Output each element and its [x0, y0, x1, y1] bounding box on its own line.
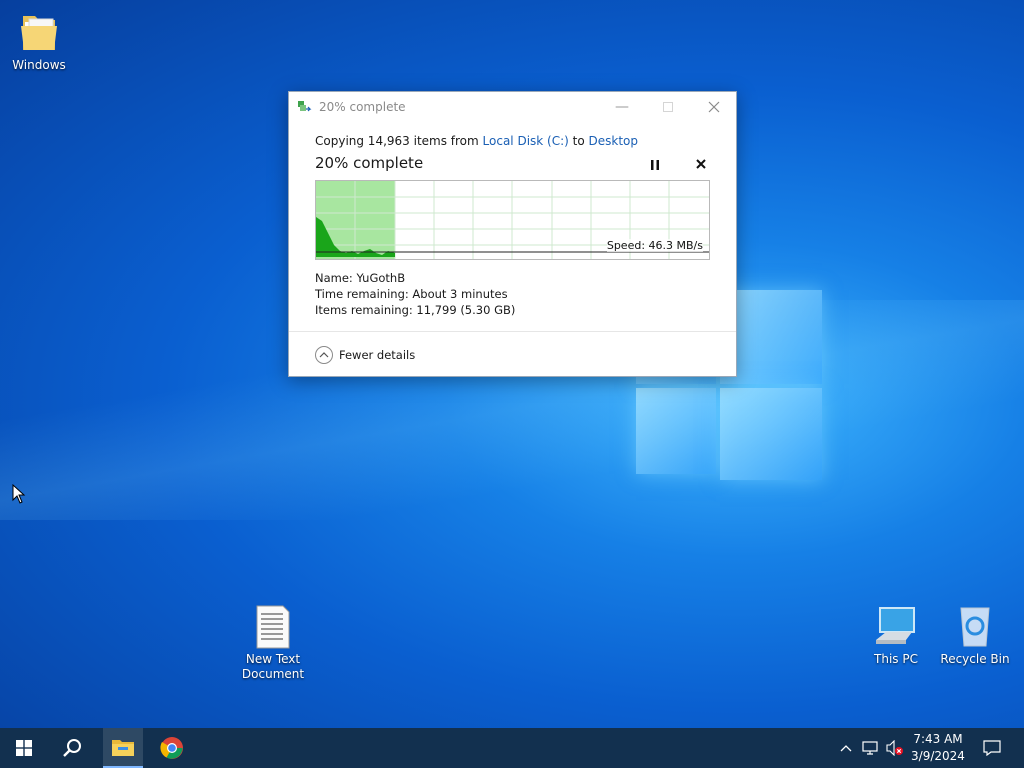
copy-mid-text: to — [568, 134, 589, 148]
speed-readout: Speed: 46.3 MB/s — [606, 239, 703, 252]
network-icon — [862, 741, 878, 755]
recycle-bin-icon — [951, 604, 999, 650]
fewer-details-button[interactable]: Fewer details — [315, 346, 415, 364]
desktop-icon-label: Windows — [12, 58, 66, 72]
close-icon — [708, 101, 720, 113]
chevron-up-icon — [840, 745, 852, 752]
desktop-icon-label: This PC — [874, 652, 918, 666]
desktop-icon-new-text-document[interactable]: New Text Document — [234, 604, 312, 682]
clock-date: 3/9/2024 — [911, 749, 965, 763]
source-link[interactable]: Local Disk (C:) — [483, 134, 569, 148]
mouse-cursor-icon — [12, 484, 26, 504]
desktop-icon-this-pc[interactable]: This PC — [857, 604, 935, 667]
desktop-icon-label: New Text Document — [241, 652, 305, 681]
desktop-icon-label: Recycle Bin — [940, 652, 1010, 666]
notification-icon — [983, 740, 1001, 756]
minimize-icon: — — [615, 99, 629, 115]
chevron-up-icon — [315, 346, 333, 364]
file-explorer-icon — [112, 740, 134, 756]
text-document-icon — [249, 604, 297, 650]
cancel-button[interactable] — [691, 154, 711, 174]
copy-summary: Copying 14,963 items from Local Disk (C:… — [315, 134, 638, 148]
fewer-details-label: Fewer details — [339, 348, 416, 362]
cancel-icon — [696, 159, 706, 169]
taskbar-chrome[interactable] — [148, 728, 196, 768]
dialog-titlebar[interactable]: 20% complete — — [289, 92, 736, 122]
network-button[interactable] — [860, 728, 882, 768]
transfer-speed-graph: Speed: 46.3 MB/s — [315, 180, 710, 260]
volume-muted-icon — [886, 740, 903, 756]
notifications-button[interactable] — [978, 728, 1006, 768]
maximize-icon — [663, 102, 673, 112]
volume-button[interactable] — [884, 728, 906, 768]
show-hidden-icons-button[interactable] — [836, 728, 856, 768]
folder-icon — [15, 10, 63, 56]
destination-link[interactable]: Desktop — [589, 134, 639, 148]
pause-button[interactable] — [645, 156, 665, 174]
system-clock[interactable]: 7:43 AM 3/9/2024 — [906, 731, 970, 765]
time-remaining-row: Time remaining: About 3 minutes — [315, 287, 508, 301]
desktop-icon-windows-folder[interactable]: Windows — [0, 10, 78, 73]
file-copy-icon — [298, 101, 312, 112]
minimize-button[interactable]: — — [599, 92, 645, 122]
dialog-title: 20% complete — [319, 100, 406, 114]
copy-prefix-text: Copying 14,963 items from — [315, 134, 483, 148]
progress-percent: 20% complete — [315, 154, 424, 172]
start-icon — [16, 740, 32, 756]
computer-icon — [872, 604, 920, 650]
clock-time: 7:43 AM — [913, 732, 963, 746]
name-row: Name: YuGothB — [315, 271, 406, 285]
file-copy-dialog: 20% complete — Copying 14,963 items from… — [288, 91, 737, 377]
dialog-divider — [289, 331, 736, 332]
chrome-icon — [160, 737, 183, 759]
search-icon — [63, 739, 81, 757]
search-button[interactable] — [48, 728, 96, 768]
taskbar: 7:43 AM 3/9/2024 — [0, 728, 1024, 768]
taskbar-file-explorer[interactable] — [103, 728, 143, 768]
desktop-icon-recycle-bin[interactable]: Recycle Bin — [936, 604, 1014, 667]
maximize-button[interactable] — [645, 92, 691, 122]
start-button[interactable] — [0, 728, 48, 768]
pause-icon — [651, 160, 659, 170]
close-button[interactable] — [691, 92, 737, 122]
items-remaining-row: Items remaining: 11,799 (5.30 GB) — [315, 303, 516, 317]
